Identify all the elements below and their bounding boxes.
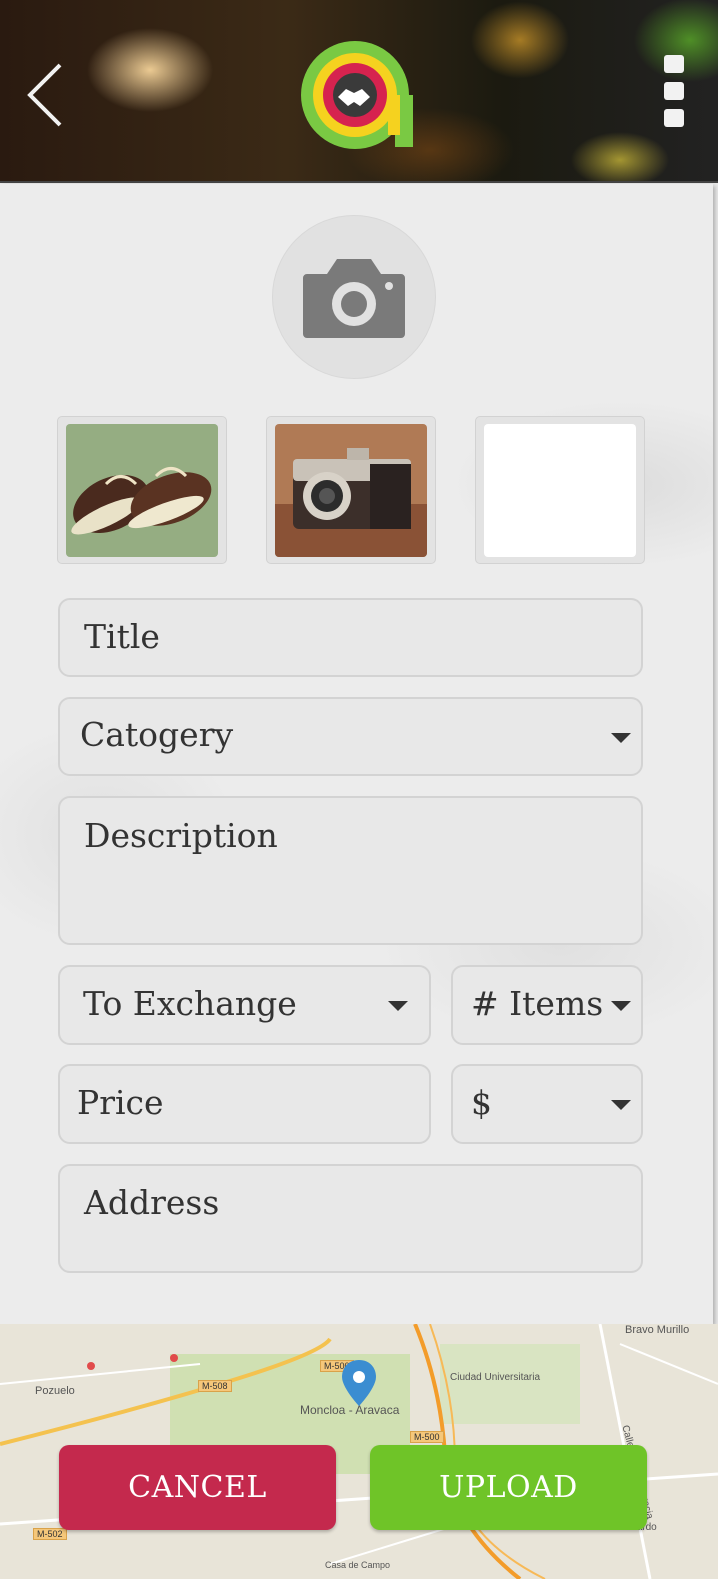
title-placeholder: Title — [84, 617, 160, 656]
category-select[interactable]: Catogery — [58, 697, 643, 776]
map-label-ciudad: Ciudad Universitaria — [450, 1372, 541, 1383]
app-header — [0, 0, 718, 183]
handshake-logo-icon — [301, 41, 413, 149]
more-vertical-icon — [664, 55, 688, 127]
address-field[interactable]: Address — [58, 1164, 643, 1273]
photo-thumbnail-2[interactable] — [266, 416, 436, 564]
more-options-button[interactable] — [664, 55, 688, 131]
currency-value: $ — [471, 1083, 492, 1122]
price-placeholder: Price — [77, 1083, 164, 1122]
address-placeholder: Address — [84, 1183, 220, 1222]
currency-select[interactable]: $ — [451, 1064, 643, 1144]
chevron-down-icon — [611, 1100, 631, 1110]
sneakers-photo — [66, 424, 218, 557]
chevron-down-icon — [388, 1001, 408, 1011]
exchange-placeholder: To Exchange — [83, 984, 297, 1023]
photo-thumbnail-3[interactable] — [475, 416, 645, 564]
road-tag-m500b: M-500 — [410, 1431, 444, 1443]
title-field[interactable]: Title — [58, 598, 643, 677]
empty-photo-slot — [484, 424, 636, 557]
chevron-left-icon — [27, 63, 62, 127]
map-label-bravo: Bravo Murillo — [625, 1324, 690, 1336]
upload-button[interactable]: UPLOAD — [370, 1445, 647, 1530]
chevron-down-icon — [611, 1001, 631, 1011]
cancel-button[interactable]: CANCEL — [59, 1445, 336, 1530]
price-field[interactable]: Price — [58, 1064, 431, 1144]
category-placeholder: Catogery — [80, 715, 234, 754]
road-tag-m502: M-502 — [33, 1528, 67, 1540]
add-photo-button[interactable] — [272, 215, 436, 379]
map-label-casa: Casa de Campo — [325, 1560, 391, 1570]
exchange-select[interactable]: To Exchange — [58, 965, 431, 1045]
chevron-down-icon — [611, 733, 631, 743]
items-placeholder: # Items — [471, 984, 604, 1023]
map-label-pozuelo: Pozuelo — [35, 1385, 75, 1397]
back-button[interactable] — [18, 60, 68, 130]
photo-thumbnail-1[interactable] — [57, 416, 227, 564]
items-count-select[interactable]: # Items — [451, 965, 643, 1045]
map-pin-icon — [342, 1360, 376, 1406]
road-tag-m508: M-508 — [198, 1380, 232, 1392]
camera-photo — [275, 424, 427, 557]
description-field[interactable]: Description — [58, 796, 643, 945]
camera-icon — [303, 259, 405, 338]
description-placeholder: Description — [84, 816, 278, 855]
